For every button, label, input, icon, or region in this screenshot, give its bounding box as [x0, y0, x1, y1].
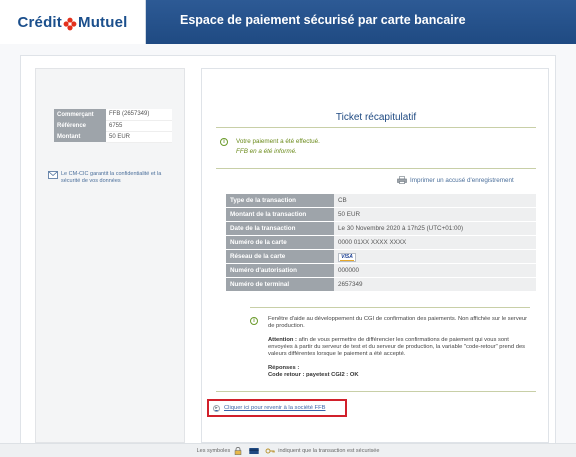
- merchant-value: FFB (2657349): [106, 109, 172, 121]
- padlock-icon: [234, 446, 242, 455]
- page-title: Espace de paiement sécurisé par carte ba…: [146, 0, 576, 44]
- card-icon: [249, 447, 259, 454]
- guarantee-text: Le CM-CIC garantit la confidentialité et…: [61, 171, 162, 184]
- amount-value: 50 EUR: [106, 131, 172, 143]
- logo-right-text: Mutuel: [78, 13, 128, 31]
- card-number-value: 0000 01XX XXXX XXXX: [334, 236, 536, 249]
- table-row: Commerçant FFB (2657349): [54, 109, 172, 121]
- merchant-label: Commerçant: [54, 109, 106, 120]
- reference-label: Référence: [54, 120, 106, 131]
- return-link-label: Cliquer ici pour revenir à la société FF…: [224, 405, 326, 411]
- table-row: Référence 6755: [54, 120, 172, 132]
- merchant-info-table: Commerçant FFB (2657349) Référence 6755 …: [54, 109, 172, 143]
- transaction-date-label: Date de la transaction: [226, 222, 334, 235]
- card-network-label: Réseau de la carte: [226, 250, 334, 263]
- logo-mark-icon: [63, 17, 77, 31]
- page-frame: Commerçant FFB (2657349) Référence 6755 …: [20, 55, 556, 450]
- transaction-amount-label: Montant de la transaction: [226, 208, 334, 221]
- terminal-number-label: Numéro de terminal: [226, 278, 334, 291]
- transaction-amount-value: 50 EUR: [334, 208, 536, 221]
- card-network-value: VISA: [334, 250, 536, 263]
- merchant-panel: Commerçant FFB (2657349) Référence 6755 …: [35, 68, 185, 443]
- success-line-1: Votre paiement a été effectué.: [236, 138, 320, 145]
- print-receipt-link[interactable]: Imprimer un accusé d'enregistrement: [397, 176, 514, 184]
- printer-icon: [397, 176, 407, 184]
- attention-label: Attention :: [268, 337, 297, 343]
- transaction-date-value: Le 30 Novembre 2020 à 17h25 (UTC+01:00): [334, 222, 536, 235]
- transaction-table: Type de la transaction CB Montant de la …: [226, 193, 536, 292]
- return-to-merchant-link[interactable]: ▸ Cliquer ici pour revenir à la société …: [207, 399, 347, 417]
- amount-label: Montant: [54, 131, 106, 142]
- table-row: Réseau de la carte VISA: [226, 250, 536, 263]
- response-label: Réponses :: [268, 365, 300, 371]
- success-line-2: FFB en a été informé.: [236, 148, 297, 155]
- table-row: Numéro de terminal 2657349: [226, 278, 536, 291]
- ticket-title: Ticket récapitulatif: [335, 112, 417, 123]
- authorization-number-label: Numéro d'autorisation: [226, 264, 334, 277]
- transaction-type-value: CB: [334, 194, 536, 207]
- table-row: Montant de la transaction 50 EUR: [226, 208, 536, 221]
- footer-text-after: indiquent que la transaction est sécuris…: [278, 447, 380, 454]
- reference-value: 6755: [106, 120, 172, 132]
- ticket-panel: Ticket récapitulatif i Votre paiement a …: [201, 68, 549, 443]
- divider: [216, 127, 536, 128]
- security-envelope-icon: [48, 171, 58, 179]
- print-receipt-label: Imprimer un accusé d'enregistrement: [410, 176, 514, 184]
- arrow-right-icon: ▸: [213, 404, 220, 412]
- footer-text-before: Les symboles: [196, 447, 231, 454]
- authorization-number-value: 000000: [334, 264, 536, 277]
- header: Crédit Mutuel Espace de paiement sécuris…: [0, 0, 576, 44]
- divider: [250, 307, 530, 308]
- terminal-number-value: 2657349: [334, 278, 536, 291]
- success-message: i Votre paiement a été effectué. FFB en …: [220, 137, 320, 157]
- table-row: Numéro d'autorisation 000000: [226, 264, 536, 277]
- help-intro: Fenêtre d'aide au développement du CGI d…: [268, 316, 528, 329]
- attention-text: afin de vous permettre de différencier l…: [268, 337, 526, 357]
- security-guarantee: Le CM-CIC garantit la confidentialité et…: [48, 171, 180, 185]
- footer: Les symboles indiquent que la transactio…: [0, 443, 576, 457]
- help-attention: Attention : afin de vous permettre de di…: [268, 337, 530, 358]
- divider: [216, 168, 536, 169]
- info-icon: i: [220, 138, 228, 146]
- logo-left-text: Crédit: [17, 13, 62, 31]
- table-row: Type de la transaction CB: [226, 194, 536, 207]
- card-number-label: Numéro de la carte: [226, 236, 334, 249]
- table-row: Numéro de la carte 0000 01XX XXXX XXXX: [226, 236, 536, 249]
- table-row: Date de la transaction Le 30 Novembre 20…: [226, 222, 536, 235]
- info-icon: i: [250, 317, 258, 325]
- help-window: i Fenêtre d'aide au développement du CGI…: [250, 316, 530, 386]
- key-icon: [265, 448, 275, 453]
- help-response: Réponses : Code retour : payetest CGI2 : …: [268, 365, 530, 379]
- transaction-type-label: Type de la transaction: [226, 194, 334, 207]
- visa-logo-icon: VISA: [338, 253, 356, 262]
- response-text: Code retour : payetest CGI2 : OK: [268, 372, 359, 378]
- table-row: Montant 50 EUR: [54, 131, 172, 143]
- divider: [216, 391, 536, 392]
- credit-mutuel-logo: Crédit Mutuel: [0, 0, 146, 44]
